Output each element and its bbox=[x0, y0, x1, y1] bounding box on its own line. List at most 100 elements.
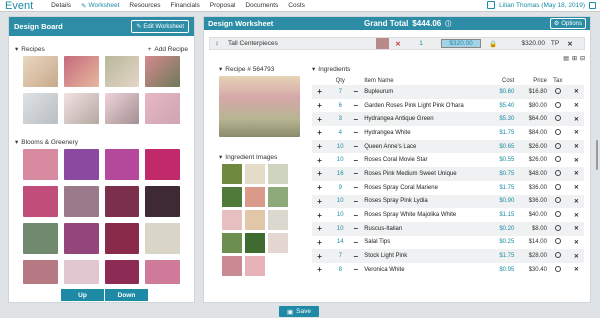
remove-row-icon[interactable]: ✕ bbox=[568, 194, 584, 209]
tax-info-icon[interactable] bbox=[546, 139, 569, 154]
row-qty[interactable]: 4 bbox=[327, 126, 353, 140]
minus-button[interactable]: − bbox=[353, 221, 365, 236]
recipe-thumb[interactable] bbox=[23, 93, 58, 124]
remove-row-icon[interactable]: ✕ bbox=[569, 99, 584, 113]
options-button[interactable]: ⚙ Options bbox=[549, 18, 586, 29]
bloom-thumb[interactable] bbox=[145, 186, 180, 217]
plus-button[interactable]: + bbox=[312, 126, 327, 140]
bloom-thumb[interactable] bbox=[104, 186, 140, 217]
ingredient-thumb[interactable] bbox=[245, 256, 265, 276]
plus-button[interactable]: + bbox=[312, 249, 328, 263]
ingredient-thumb[interactable] bbox=[268, 233, 288, 253]
recipes-section-header[interactable]: ▾ Recipes + Add Recipe bbox=[9, 43, 194, 55]
recipe-thumb[interactable] bbox=[104, 93, 140, 124]
bloom-thumb[interactable] bbox=[145, 149, 180, 180]
recipe-header[interactable]: ▾ Recipe # 564793 bbox=[219, 65, 305, 74]
remove-row-icon[interactable]: ✕ bbox=[569, 181, 584, 195]
nav-worksheet[interactable]: ✎ Worksheet bbox=[81, 2, 119, 10]
plus-button[interactable]: + bbox=[312, 153, 327, 167]
recipe-thumb[interactable] bbox=[104, 56, 140, 87]
tax-info-icon[interactable] bbox=[547, 99, 569, 113]
split-icon[interactable]: ⊟ bbox=[580, 55, 585, 62]
close-icon[interactable]: ✕ bbox=[565, 40, 575, 48]
remove-row-icon[interactable]: ✕ bbox=[568, 249, 584, 263]
menu-icon[interactable] bbox=[589, 1, 596, 9]
bloom-thumb[interactable] bbox=[104, 223, 140, 254]
ingredient-thumb[interactable] bbox=[222, 233, 242, 253]
bloom-thumb[interactable] bbox=[23, 149, 58, 180]
minus-button[interactable]: − bbox=[353, 126, 364, 140]
recipe-thumb[interactable] bbox=[145, 56, 180, 87]
remove-row-icon[interactable]: ✕ bbox=[568, 85, 584, 99]
plus-button[interactable]: + bbox=[312, 181, 327, 195]
bloom-thumb[interactable] bbox=[104, 149, 140, 180]
nav-costs[interactable]: Costs bbox=[288, 2, 305, 9]
ingredient-thumb[interactable] bbox=[222, 256, 242, 276]
ingredient-thumb[interactable] bbox=[222, 187, 242, 207]
nav-details[interactable]: Details bbox=[51, 2, 71, 9]
edit-worksheet-button[interactable]: ✎ Edit Worksheet bbox=[131, 20, 189, 33]
user-icon[interactable] bbox=[487, 1, 496, 9]
ingredient-thumb[interactable] bbox=[222, 210, 242, 230]
lock-icon[interactable]: 🔒 bbox=[481, 40, 505, 48]
bloom-thumb[interactable] bbox=[145, 260, 180, 284]
item-unit-price-input[interactable]: $320.00 bbox=[441, 39, 481, 48]
remove-row-icon[interactable]: ✕ bbox=[569, 126, 584, 140]
minus-button[interactable]: − bbox=[353, 208, 364, 222]
tax-info-icon[interactable] bbox=[546, 221, 569, 236]
remove-row-icon[interactable]: ✕ bbox=[568, 139, 584, 154]
row-qty[interactable]: 9 bbox=[327, 181, 353, 195]
row-qty[interactable]: 10 bbox=[327, 153, 353, 167]
ingredient-thumb[interactable] bbox=[245, 187, 265, 207]
row-qty[interactable]: 3 bbox=[327, 112, 354, 127]
ingredient-thumb[interactable] bbox=[222, 164, 242, 184]
plus-button[interactable]: + bbox=[312, 236, 327, 250]
minus-button[interactable]: − bbox=[353, 181, 364, 195]
minus-button[interactable]: − bbox=[353, 112, 365, 127]
row-qty[interactable]: 14 bbox=[327, 236, 353, 250]
row-qty[interactable]: 6 bbox=[327, 99, 353, 113]
bloom-thumb[interactable] bbox=[23, 223, 58, 254]
minus-button[interactable]: − bbox=[353, 139, 365, 154]
recipe-thumb[interactable] bbox=[145, 93, 180, 124]
minus-button[interactable]: − bbox=[353, 249, 365, 263]
ingredient-thumb[interactable] bbox=[245, 164, 265, 184]
plus-button[interactable]: + bbox=[312, 167, 328, 181]
remove-icon[interactable]: ✕ bbox=[389, 40, 407, 48]
plus-button[interactable]: + bbox=[312, 263, 327, 277]
tax-info-icon[interactable] bbox=[547, 208, 569, 222]
plus-button[interactable]: + bbox=[312, 85, 328, 99]
tax-info-icon[interactable] bbox=[546, 167, 569, 181]
ingredient-thumb[interactable] bbox=[268, 210, 288, 230]
bloom-thumb[interactable] bbox=[145, 223, 180, 254]
user-label[interactable]: Lilian Thomas (May 18, 2019) bbox=[499, 2, 585, 9]
minus-button[interactable]: − bbox=[353, 85, 365, 99]
minus-button[interactable]: − bbox=[353, 167, 365, 181]
down-button[interactable]: Down bbox=[105, 289, 148, 301]
document-icon[interactable]: ▤ bbox=[563, 55, 569, 62]
remove-row-icon[interactable]: ✕ bbox=[569, 263, 584, 277]
tax-info-icon[interactable] bbox=[547, 236, 569, 250]
ingredients-header[interactable]: ▾ Ingredients bbox=[312, 65, 584, 74]
add-box-icon[interactable]: ⊞ bbox=[572, 55, 577, 62]
blooms-section-header[interactable]: ▾ Blooms & Greenery bbox=[9, 136, 194, 148]
tax-info-icon[interactable] bbox=[546, 249, 569, 263]
recipe-thumb[interactable] bbox=[23, 56, 58, 87]
tax-info-icon[interactable] bbox=[547, 263, 569, 277]
add-recipe-button[interactable]: + Add Recipe bbox=[148, 46, 188, 53]
bloom-thumb[interactable] bbox=[104, 260, 140, 284]
drag-handle-icon[interactable]: ↕ bbox=[210, 40, 224, 47]
plus-button[interactable]: + bbox=[312, 208, 327, 222]
ingredient-thumb[interactable] bbox=[245, 210, 265, 230]
recipe-thumb[interactable] bbox=[63, 56, 99, 87]
remove-row-icon[interactable]: ✕ bbox=[569, 208, 584, 222]
remove-row-icon[interactable]: ✕ bbox=[568, 112, 584, 127]
nav-proposal[interactable]: Proposal bbox=[210, 2, 236, 9]
ingredient-thumb[interactable] bbox=[268, 187, 288, 207]
minus-button[interactable]: − bbox=[353, 236, 364, 250]
plus-button[interactable]: + bbox=[312, 112, 328, 127]
scrollbar[interactable] bbox=[596, 140, 598, 170]
remove-row-icon[interactable]: ✕ bbox=[569, 153, 584, 167]
ingredient-thumb[interactable] bbox=[245, 233, 265, 253]
save-button[interactable]: ▣ Save bbox=[279, 306, 319, 317]
